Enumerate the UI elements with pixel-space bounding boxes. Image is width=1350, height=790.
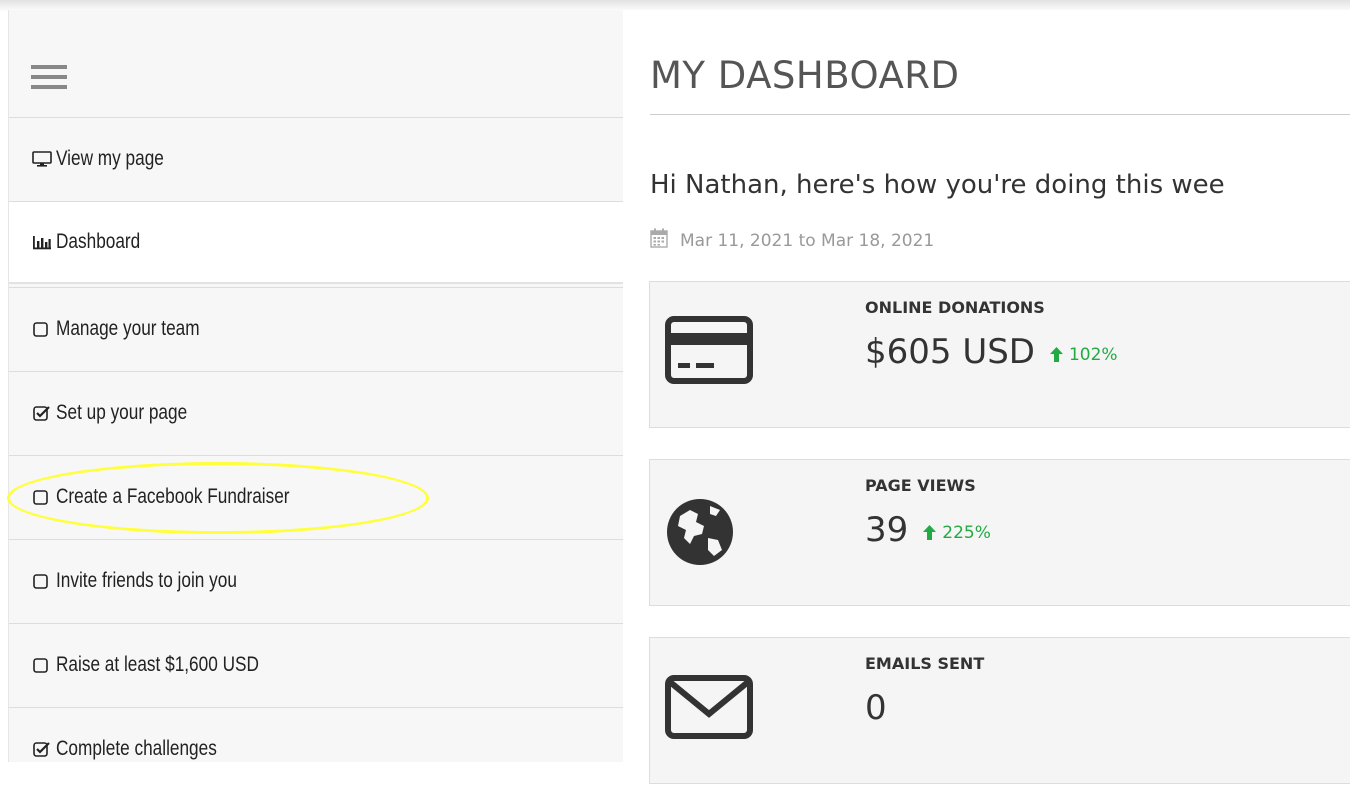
checkbox-checked-icon bbox=[32, 740, 50, 758]
main-content: MY DASHBOARD Hi Nathan, here's how you'r… bbox=[623, 10, 1350, 784]
card-value: 39 bbox=[865, 510, 909, 550]
checkbox-empty-icon bbox=[32, 656, 50, 674]
sidebar: View my page Dashboard Manage your team … bbox=[8, 10, 624, 762]
sidebar-item-complete-challenges[interactable]: Complete challenges bbox=[9, 707, 623, 790]
monitor-icon bbox=[32, 150, 52, 168]
sidebar-item-label: Complete challenges bbox=[56, 737, 217, 760]
card-label: ONLINE DONATIONS bbox=[865, 298, 1045, 317]
card-value: $605 USD bbox=[865, 332, 1035, 372]
sidebar-item-label: Dashboard bbox=[56, 230, 141, 253]
delta-badge: 225% bbox=[922, 523, 991, 543]
envelope-icon bbox=[664, 674, 754, 745]
sidebar-item-label: Manage your team bbox=[56, 317, 200, 340]
card-value: 0 bbox=[865, 688, 887, 728]
sidebar-item-label: Set up your page bbox=[56, 401, 188, 424]
arrow-up-icon bbox=[1049, 347, 1063, 362]
sidebar-item-raise-at-least[interactable]: Raise at least $1,600 USD bbox=[9, 623, 623, 706]
checkbox-empty-icon bbox=[32, 572, 50, 590]
page-views-card: PAGE VIEWS 39 225% bbox=[649, 459, 1350, 606]
sidebar-item-invite-friends[interactable]: Invite friends to join you bbox=[9, 539, 623, 622]
online-donations-card: ONLINE DONATIONS $605 USD 102% bbox=[649, 281, 1350, 428]
greeting-text: Hi Nathan, here's how you're doing this … bbox=[650, 170, 1225, 200]
sidebar-item-dashboard[interactable]: Dashboard bbox=[9, 201, 623, 284]
card-label: EMAILS SENT bbox=[865, 654, 985, 673]
delta-badge: 102% bbox=[1049, 345, 1118, 365]
sidebar-item-manage-your-team[interactable]: Manage your team bbox=[9, 287, 623, 370]
hamburger-menu-icon[interactable] bbox=[31, 65, 67, 95]
checkbox-checked-icon bbox=[32, 404, 50, 422]
sidebar-item-set-up-your-page[interactable]: Set up your page bbox=[9, 371, 623, 454]
delta-value: 225% bbox=[942, 522, 991, 543]
delta-value: 102% bbox=[1068, 344, 1118, 365]
checkbox-empty-icon bbox=[32, 320, 50, 338]
title-divider bbox=[650, 114, 1350, 115]
sidebar-item-label: View my page bbox=[56, 147, 164, 170]
sidebar-item-label: Invite friends to join you bbox=[56, 569, 237, 592]
sidebar-item-create-facebook-fundraiser[interactable]: Create a Facebook Fundraiser bbox=[9, 455, 623, 538]
bar-chart-icon bbox=[32, 233, 51, 251]
arrow-up-icon bbox=[923, 525, 937, 540]
sidebar-item-label: Create a Facebook Fundraiser bbox=[56, 485, 290, 508]
globe-icon bbox=[664, 494, 740, 575]
credit-card-icon bbox=[664, 315, 754, 390]
checkbox-empty-icon bbox=[32, 488, 50, 506]
page-title: MY DASHBOARD bbox=[650, 54, 960, 97]
calendar-icon bbox=[650, 228, 668, 253]
date-range: Mar 11, 2021 to Mar 18, 2021 bbox=[650, 228, 934, 253]
sidebar-item-view-my-page[interactable]: View my page bbox=[9, 117, 623, 200]
date-range-text: Mar 11, 2021 to Mar 18, 2021 bbox=[680, 230, 935, 251]
sidebar-item-label: Raise at least $1,600 USD bbox=[56, 653, 259, 676]
card-label: PAGE VIEWS bbox=[865, 476, 976, 495]
